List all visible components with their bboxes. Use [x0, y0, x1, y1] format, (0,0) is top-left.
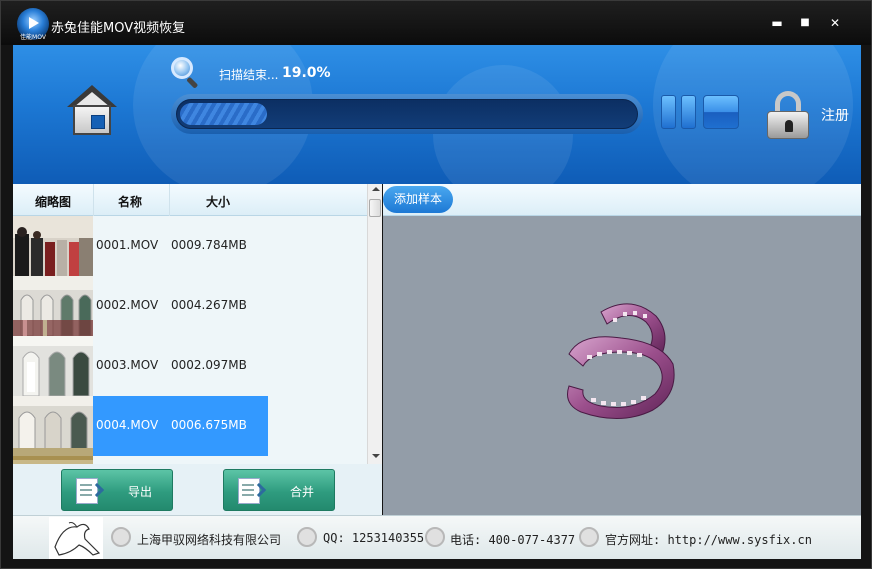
toolbar-banner: 扫描结束... 19.0% 注册 [13, 45, 861, 184]
scroll-thumb[interactable] [369, 199, 381, 217]
home-icon[interactable] [67, 85, 117, 139]
column-header-size[interactable]: 大小 [206, 193, 230, 210]
column-header-thumbnail[interactable]: 缩略图 [35, 193, 71, 210]
register-link[interactable]: 注册 [821, 105, 849, 125]
minimize-button[interactable]: ▬ [769, 15, 785, 31]
website-link[interactable]: 官方网址: http://www.sysfix.cn [605, 531, 812, 548]
file-size: 0006.675MB [171, 418, 247, 432]
list-scrollbar[interactable] [367, 184, 382, 464]
add-sample-button[interactable]: 添加样本 [383, 186, 453, 213]
progress-fill [180, 103, 268, 125]
file-list-panel: 缩略图 名称 大小 0001.MOV 0009.784MB 0002.MOV 0… [13, 184, 382, 515]
search-icon [171, 57, 201, 89]
film-reel-icon [561, 294, 681, 424]
company-logo-icon [49, 517, 103, 559]
lock-icon[interactable] [767, 91, 809, 139]
video-thumbnail [13, 276, 93, 336]
file-name: 0004.MOV [96, 418, 159, 432]
app-window: 佳能MOV 赤兔佳能MOV视频恢复 ▬ ■ ✕ 扫描结束... 19.0% 注册… [0, 0, 872, 569]
maximize-button[interactable]: ■ [797, 15, 813, 31]
scroll-up-arrow-icon[interactable] [372, 187, 380, 191]
logo-caption: 佳能MOV [20, 34, 46, 41]
list-item[interactable] [13, 456, 367, 464]
video-thumbnail [13, 336, 93, 396]
list-item[interactable]: 0001.MOV 0009.784MB [13, 216, 367, 276]
company-icon [111, 527, 131, 547]
company-name: 上海甲驭网络科技有限公司 [137, 533, 282, 547]
phone-icon [425, 527, 445, 547]
file-size: 0009.784MB [171, 238, 247, 252]
app-logo-icon: 佳能MOV [17, 8, 49, 41]
export-button[interactable]: 导出 [61, 469, 173, 511]
qq-number: QQ: 1253140355 [323, 531, 425, 545]
scan-percent: 19.0% [282, 65, 331, 81]
list-item[interactable]: 0002.MOV 0004.267MB [13, 276, 367, 336]
video-thumbnail [13, 456, 93, 464]
video-thumbnail [13, 216, 93, 276]
file-name: 0002.MOV [96, 298, 159, 312]
file-size: 0004.267MB [171, 298, 247, 312]
globe-icon [579, 527, 599, 547]
list-item[interactable]: 0003.MOV 0002.097MB [13, 336, 367, 396]
file-list[interactable]: 0001.MOV 0009.784MB 0002.MOV 0004.267MB … [13, 216, 367, 464]
footer-bar: 上海甲驭网络科技有限公司 QQ: 1253140355 电话: 400-077-… [13, 515, 861, 559]
preview-panel: 添加样本 [383, 184, 861, 515]
qq-icon [297, 527, 317, 547]
scroll-down-arrow-icon[interactable] [372, 454, 380, 458]
scan-progress-bar [171, 94, 643, 134]
scan-status: 扫描结束... [219, 68, 279, 82]
column-header-name[interactable]: 名称 [118, 193, 142, 210]
file-name: 0003.MOV [96, 358, 159, 372]
merge-label: 合并 [290, 485, 315, 499]
phone-number: 电话: 400-077-4377 [450, 533, 576, 547]
file-name: 0001.MOV [96, 238, 159, 252]
title-bar[interactable]: 佳能MOV 赤兔佳能MOV视频恢复 ▬ ■ ✕ [1, 1, 871, 45]
stop-icon[interactable] [703, 95, 739, 129]
window-title: 赤兔佳能MOV视频恢复 [51, 21, 186, 36]
close-button[interactable]: ✕ [827, 15, 843, 31]
export-label: 导出 [128, 485, 153, 499]
video-thumbnail [13, 396, 93, 456]
list-header: 缩略图 名称 大小 [13, 184, 367, 216]
file-size: 0002.097MB [171, 358, 247, 372]
merge-button[interactable]: 合并 [223, 469, 335, 511]
preview-header: 添加样本 [383, 184, 861, 216]
pause-icon[interactable] [661, 95, 697, 131]
list-item-selected[interactable]: 0004.MOV 0006.675MB [13, 396, 367, 456]
